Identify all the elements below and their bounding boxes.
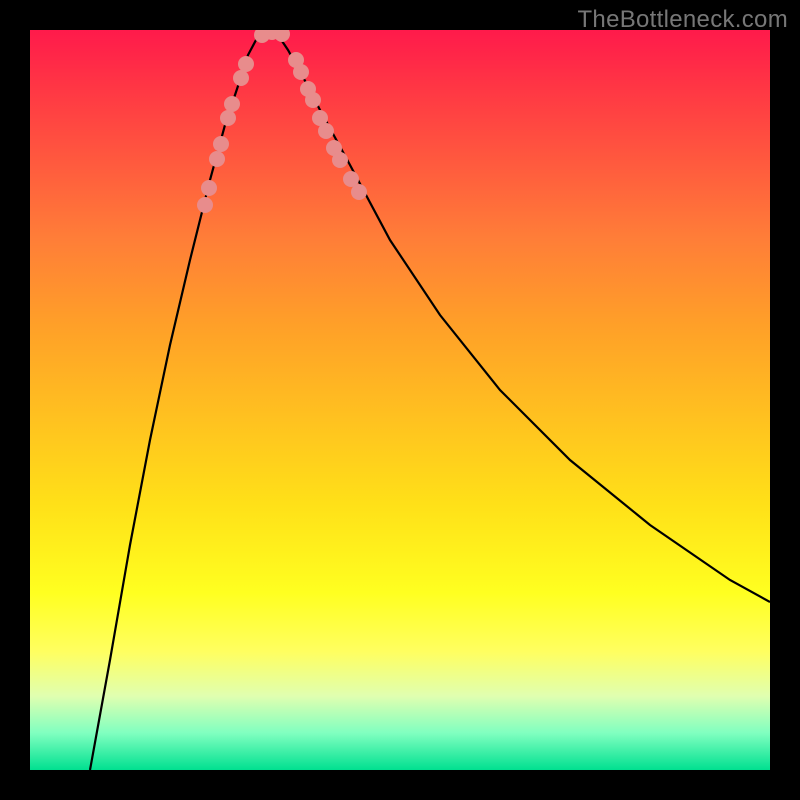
data-dot [233, 70, 249, 86]
data-dot [238, 56, 254, 72]
data-dot [224, 96, 240, 112]
data-dot [209, 151, 225, 167]
data-dot [293, 64, 309, 80]
chart-svg [30, 30, 770, 770]
data-dot [332, 152, 348, 168]
right-curve [270, 30, 770, 602]
left-curve [90, 30, 270, 770]
dots-bottom-group [254, 30, 290, 43]
data-dot [351, 184, 367, 200]
data-dot [220, 110, 236, 126]
data-dot [274, 30, 290, 42]
plot-area [30, 30, 770, 770]
data-dot [201, 180, 217, 196]
chart-frame: TheBottleneck.com [0, 0, 800, 800]
dots-left-group [197, 56, 254, 213]
data-dot [197, 197, 213, 213]
dots-right-group [288, 52, 367, 200]
data-dot [305, 92, 321, 108]
data-dot [213, 136, 229, 152]
data-dot [318, 123, 334, 139]
